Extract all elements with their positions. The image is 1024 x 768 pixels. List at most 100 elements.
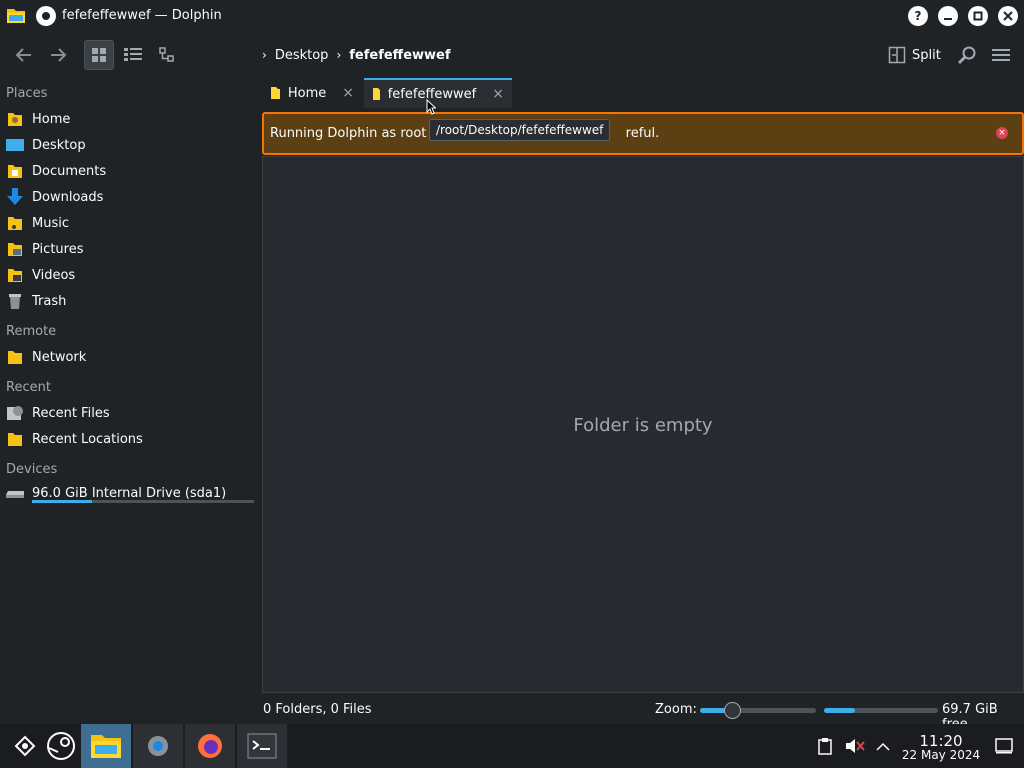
sidebar-item-music[interactable]: Music <box>6 211 256 235</box>
zoom-slider[interactable] <box>700 702 816 719</box>
tab-fefefeffewwef[interactable]: fefefeffewwef × <box>364 78 512 108</box>
dolphin-icon <box>91 735 121 758</box>
tab-bar: Home × fefefeffewwef × <box>262 78 1024 108</box>
tree-view-button[interactable] <box>152 40 182 70</box>
chevron-right-icon: › <box>262 48 267 62</box>
breadcrumb-current[interactable]: fefefeffewwef <box>349 48 450 63</box>
show-desktop-icon <box>995 738 1013 754</box>
recent-locations-icon <box>6 430 24 448</box>
sidebar-item-label: Recent Locations <box>32 431 143 447</box>
search-icon <box>957 46 976 65</box>
firefox-icon <box>198 734 222 758</box>
arrow-left-icon <box>15 48 31 62</box>
close-circle-icon[interactable]: × <box>996 127 1008 139</box>
sidebar-item-videos[interactable]: Videos <box>6 263 256 287</box>
launcher-icon <box>14 735 36 757</box>
section-title-remote: Remote <box>6 324 57 339</box>
firefox-task[interactable] <box>185 724 235 768</box>
videos-folder-icon <box>6 266 24 284</box>
steam-task[interactable] <box>36 724 86 768</box>
breadcrumb: › Desktop › fefefeffewwef <box>262 44 451 66</box>
view-mode-group <box>84 40 184 70</box>
banner-text-end: reful. <box>625 126 660 141</box>
sidebar-item-label: Music <box>32 215 69 231</box>
icons-view-button[interactable] <box>84 40 114 70</box>
tab-path-tooltip: /root/Desktop/fefefeffewwef <box>429 119 611 141</box>
network-folder-icon <box>6 348 24 366</box>
sidebar-item-documents[interactable]: Documents <box>6 159 256 183</box>
section-title-devices: Devices <box>6 462 58 477</box>
sidebar-item-label: Documents <box>32 163 107 179</box>
search-button[interactable] <box>954 40 980 70</box>
banner-text-start: Running Dolphin as root c <box>270 126 438 141</box>
folder-icon <box>373 88 380 100</box>
breadcrumb-desktop[interactable]: Desktop <box>275 48 329 63</box>
sidebar-item-pictures[interactable]: Pictures <box>6 237 256 261</box>
details-view-button[interactable] <box>118 40 148 70</box>
tab-close-icon[interactable]: × <box>492 86 504 102</box>
grid-icon <box>92 48 106 62</box>
sidebar-item-trash[interactable]: Trash <box>6 289 256 313</box>
drive-icon <box>6 484 24 502</box>
tree-icon <box>159 47 174 62</box>
show-desktop-button[interactable] <box>994 736 1014 756</box>
documents-folder-icon <box>6 162 24 180</box>
sidebar-item-label: Pictures <box>32 241 84 257</box>
maximize-button[interactable] <box>968 6 988 26</box>
chevron-up-icon <box>876 742 890 751</box>
sidebar-item-label: Desktop <box>32 137 86 153</box>
close-button[interactable] <box>998 6 1018 26</box>
music-folder-icon <box>6 214 24 232</box>
mouse-pointer-icon <box>426 99 436 115</box>
sidebar-item-home[interactable]: Home <box>6 107 256 131</box>
tab-label: Home <box>287 85 327 101</box>
back-button[interactable] <box>10 40 38 70</box>
clipboard-tray-icon[interactable] <box>815 736 835 756</box>
sidebar-item-downloads[interactable]: Downloads <box>6 185 256 209</box>
zoom-label: Zoom: <box>655 702 697 717</box>
menu-button[interactable] <box>988 40 1014 70</box>
section-title-places: Places <box>6 86 48 101</box>
file-view[interactable]: Folder is empty <box>262 156 1024 693</box>
konsole-task[interactable] <box>237 724 287 768</box>
tab-home[interactable]: Home × <box>262 78 362 108</box>
close-icon <box>1003 11 1013 21</box>
sidebar-item-desktop[interactable]: Desktop <box>6 133 256 157</box>
sidebar-item-label: Home <box>32 111 71 127</box>
forward-button[interactable] <box>44 40 72 70</box>
dolphin-task[interactable] <box>81 724 131 768</box>
drive-usage-bar <box>32 500 254 503</box>
minimize-button[interactable] <box>938 6 958 26</box>
title-bar: fefefeffewwef — Dolphin ? <box>0 0 1024 32</box>
split-label: Split <box>912 47 941 63</box>
keep-above-button[interactable] <box>36 6 56 26</box>
help-button[interactable]: ? <box>908 6 928 26</box>
sidebar-item-label: 96.0 GiB Internal Drive (sda1) <box>32 485 227 501</box>
chevron-right-icon: › <box>336 48 342 62</box>
zoom-slider-handle[interactable] <box>724 702 742 719</box>
volume-tray-icon[interactable] <box>845 736 865 756</box>
steam-icon <box>47 732 75 760</box>
hamburger-icon <box>992 49 1010 61</box>
split-button[interactable]: Split <box>888 40 941 70</box>
section-title-recent: Recent <box>6 380 51 395</box>
window-title: fefefeffewwef — Dolphin <box>62 8 222 23</box>
status-summary: 0 Folders, 0 Files <box>263 702 372 717</box>
sidebar-item-label: Videos <box>32 267 76 283</box>
terminal-icon <box>247 733 277 759</box>
split-view-icon <box>888 46 906 64</box>
sidebar-item-recent-locations[interactable]: Recent Locations <box>6 427 256 451</box>
downloads-icon <box>6 188 24 206</box>
root-warning-banner: Running Dolphin as root c reful. × <box>262 112 1024 155</box>
sidebar-item-network[interactable]: Network <box>6 345 256 369</box>
sidebar-item-recent-files[interactable]: Recent Files <box>6 401 256 425</box>
sidebar-item-label: Trash <box>32 293 67 309</box>
tab-close-icon[interactable]: × <box>342 85 354 101</box>
system-settings-task[interactable] <box>133 724 183 768</box>
dolphin-app-icon <box>7 9 25 23</box>
clock-date[interactable]: 22 May 2024 <box>900 748 982 762</box>
tray-expand-button[interactable] <box>873 736 893 756</box>
empty-folder-message: Folder is empty <box>573 415 713 436</box>
maximize-icon <box>973 11 983 21</box>
sidebar-item-label: Downloads <box>32 189 104 205</box>
